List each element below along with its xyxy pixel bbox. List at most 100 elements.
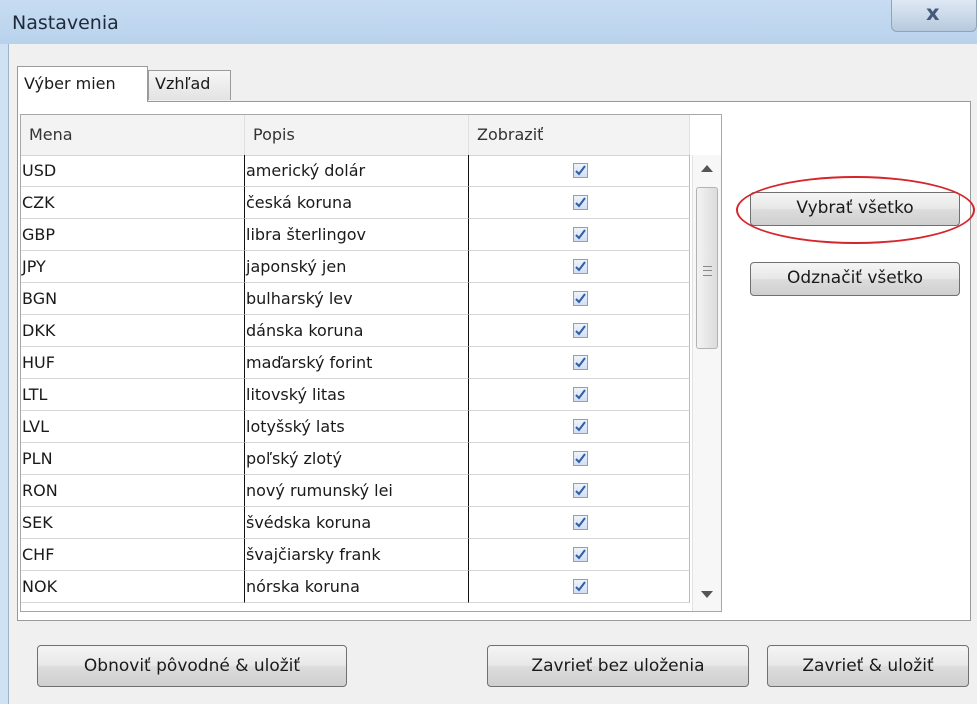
window-title: Nastavenia — [12, 12, 119, 34]
checkmark-icon — [575, 325, 586, 336]
currency-description-cell: lotyšský lats — [245, 411, 469, 443]
currency-description-cell: libra šterlingov — [245, 219, 469, 251]
checkmark-icon — [575, 389, 586, 400]
close-and-save-button[interactable]: Zavrieť & uložiť — [767, 645, 969, 687]
checkmark-icon — [575, 453, 586, 464]
show-checkbox[interactable] — [573, 387, 588, 402]
show-cell — [469, 411, 690, 443]
scroll-down-arrow-icon[interactable] — [701, 591, 713, 598]
reset-and-save-button[interactable]: Obnoviť pôvodné & uložiť — [37, 645, 347, 687]
vertical-scrollbar[interactable] — [692, 155, 721, 611]
select-all-button[interactable]: Vybrať všetko — [750, 192, 960, 226]
show-cell — [469, 187, 690, 219]
currency-code-cell: GBP — [21, 219, 245, 251]
checkmark-icon — [575, 485, 586, 496]
currency-code-cell: RON — [21, 475, 245, 507]
show-cell — [469, 219, 690, 251]
show-cell — [469, 443, 690, 475]
currency-description-cell: bulharský lev — [245, 283, 469, 315]
deselect-all-button[interactable]: Odznačiť všetko — [750, 262, 960, 296]
tab-currency-selection[interactable]: Výber mien — [17, 66, 148, 102]
checkmark-icon — [575, 357, 586, 368]
scroll-thumb[interactable] — [696, 187, 718, 349]
show-checkbox[interactable] — [573, 291, 588, 306]
table-row[interactable]: HUF maďarský forint — [21, 347, 690, 379]
currency-code-cell: HUF — [21, 347, 245, 379]
show-checkbox[interactable] — [573, 547, 588, 562]
currency-code-cell: BGN — [21, 283, 245, 315]
show-cell — [469, 251, 690, 283]
table-row[interactable]: DKK dánska koruna — [21, 315, 690, 347]
table-row[interactable]: BGN bulharský lev — [21, 283, 690, 315]
show-checkbox[interactable] — [573, 483, 588, 498]
show-cell — [469, 475, 690, 507]
title-bar: Nastavenia x — [0, 0, 977, 44]
show-checkbox[interactable] — [573, 163, 588, 178]
show-cell — [469, 155, 690, 187]
currency-grid: Mena Popis Zobraziť USD americký dolár CZK… — [20, 114, 722, 612]
show-checkbox[interactable] — [573, 515, 588, 530]
show-cell — [469, 283, 690, 315]
table-row[interactable]: GBP libra šterlingov — [21, 219, 690, 251]
table-row[interactable]: NOK nórska koruna — [21, 571, 690, 603]
column-header-show[interactable]: Zobraziť — [469, 115, 690, 155]
currency-description-cell: dánska koruna — [245, 315, 469, 347]
close-icon: x — [926, 1, 940, 25]
grid-header: Mena Popis Zobraziť — [21, 115, 690, 156]
show-cell — [469, 571, 690, 603]
show-cell — [469, 379, 690, 411]
scroll-grip-icon — [703, 266, 712, 276]
currency-code-cell: USD — [21, 155, 245, 187]
currency-description-cell: maďarský forint — [245, 347, 469, 379]
show-checkbox[interactable] — [573, 579, 588, 594]
checkmark-icon — [575, 197, 586, 208]
currency-description-cell: litovský litas — [245, 379, 469, 411]
show-cell — [469, 539, 690, 571]
checkmark-icon — [575, 261, 586, 272]
currency-description-cell: česká koruna — [245, 187, 469, 219]
currency-code-cell: PLN — [21, 443, 245, 475]
tab-appearance[interactable]: Vzhľad — [148, 70, 231, 100]
show-checkbox[interactable] — [573, 355, 588, 370]
currency-code-cell: JPY — [21, 251, 245, 283]
scroll-up-arrow-icon[interactable] — [701, 165, 713, 172]
currency-description-cell: poľský zlotý — [245, 443, 469, 475]
show-checkbox[interactable] — [573, 451, 588, 466]
dialog-client: Výber mien Vzhľad Mena Popis Zobraziť US… — [8, 44, 977, 704]
currency-description-cell: japonský jen — [245, 251, 469, 283]
currency-description-cell: švajčiarsky frank — [245, 539, 469, 571]
table-row[interactable]: LTL litovský litas — [21, 379, 690, 411]
currency-description-cell: nový rumunský lei — [245, 475, 469, 507]
show-cell — [469, 347, 690, 379]
currency-code-cell: SEK — [21, 507, 245, 539]
currency-code-cell: CZK — [21, 187, 245, 219]
show-checkbox[interactable] — [573, 259, 588, 274]
checkmark-icon — [575, 421, 586, 432]
checkmark-icon — [575, 229, 586, 240]
tab-panel: Mena Popis Zobraziť USD americký dolár CZK… — [17, 101, 975, 621]
table-row[interactable]: PLN poľský zlotý — [21, 443, 690, 475]
table-row[interactable]: SEK švédska koruna — [21, 507, 690, 539]
table-row[interactable]: JPY japonský jen — [21, 251, 690, 283]
show-checkbox[interactable] — [573, 323, 588, 338]
currency-code-cell: LTL — [21, 379, 245, 411]
currency-description-cell: nórska koruna — [245, 571, 469, 603]
show-cell — [469, 315, 690, 347]
table-row[interactable]: RON nový rumunský lei — [21, 475, 690, 507]
checkmark-icon — [575, 165, 586, 176]
show-checkbox[interactable] — [573, 227, 588, 242]
show-checkbox[interactable] — [573, 419, 588, 434]
close-button[interactable]: x — [891, 0, 977, 32]
column-header-code[interactable]: Mena — [21, 115, 245, 155]
currency-code-cell: CHF — [21, 539, 245, 571]
close-without-saving-button[interactable]: Zavrieť bez uloženia — [487, 645, 749, 687]
table-row[interactable]: USD americký dolár — [21, 155, 690, 187]
currency-code-cell: LVL — [21, 411, 245, 443]
column-header-description[interactable]: Popis — [245, 115, 469, 155]
table-row[interactable]: CHF švajčiarsky frank — [21, 539, 690, 571]
checkmark-icon — [575, 517, 586, 528]
table-row[interactable]: CZK česká koruna — [21, 187, 690, 219]
table-row[interactable]: LVL lotyšský lats — [21, 411, 690, 443]
show-checkbox[interactable] — [573, 195, 588, 210]
currency-code-cell: NOK — [21, 571, 245, 603]
